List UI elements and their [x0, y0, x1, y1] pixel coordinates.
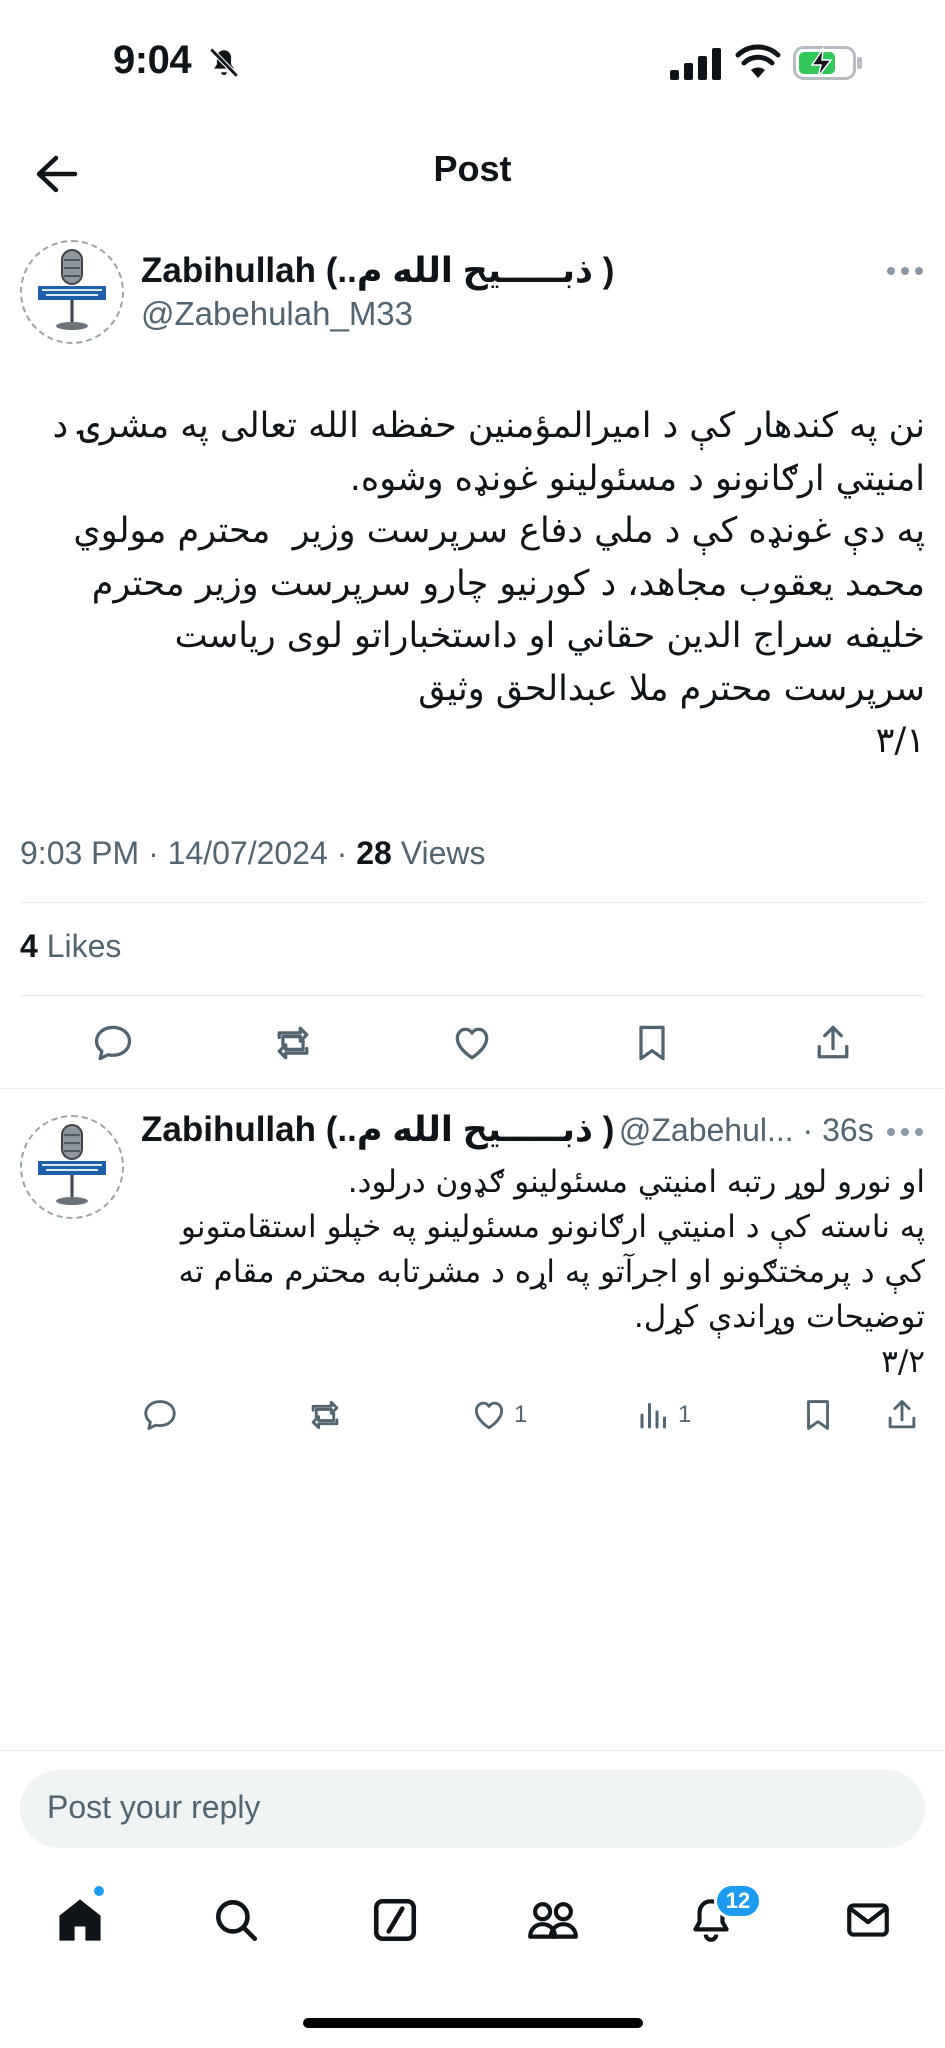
- tab-communities[interactable]: [523, 1890, 583, 1950]
- tab-bar: [0, 1860, 945, 1980]
- divider: [20, 902, 925, 903]
- microphone-logo-icon: [38, 249, 106, 330]
- bell-off-icon: [209, 47, 239, 78]
- reply-author-name[interactable]: Zabihullah (..ذبـــــيح الله م ): [141, 1110, 614, 1149]
- divider: [0, 1088, 945, 1089]
- repost-button[interactable]: [268, 1018, 318, 1068]
- post-date: 14/07/2024: [167, 835, 328, 871]
- bookmark-button[interactable]: [627, 1018, 677, 1068]
- more-options-icon[interactable]: [885, 1126, 925, 1138]
- avatar[interactable]: [20, 240, 124, 344]
- battery-charging-icon: [793, 46, 862, 80]
- repost-icon: [277, 1026, 309, 1060]
- home-indicator: [303, 2018, 643, 2028]
- tab-compose[interactable]: [365, 1890, 425, 1950]
- likes-count: 4: [20, 928, 38, 964]
- reply-icon: [144, 1400, 176, 1430]
- reply-handle-time[interactable]: @Zabehul... · 36s: [619, 1112, 874, 1148]
- divider: [0, 1750, 945, 1751]
- share-button[interactable]: [808, 1018, 858, 1068]
- nav-header: Post: [0, 130, 945, 230]
- mail-icon: [847, 1903, 889, 1937]
- post-meta: 9:03 PM · 14/07/2024 · 28 Views: [20, 835, 485, 872]
- author-handle[interactable]: @Zabehulah_M33: [141, 295, 413, 333]
- reply-input[interactable]: Post your reply: [20, 1770, 925, 1848]
- reply-icon: [94, 1025, 132, 1061]
- likes-row[interactable]: 4 Likes: [20, 928, 121, 965]
- like-button[interactable]: 1: [470, 1395, 540, 1435]
- home-icon: [59, 1899, 101, 1941]
- notifications-badge: 12: [714, 1883, 762, 1919]
- reply-avatar[interactable]: [20, 1115, 124, 1219]
- share-button[interactable]: [882, 1395, 922, 1435]
- repost-button[interactable]: [305, 1395, 345, 1435]
- heart-icon: [455, 1027, 489, 1060]
- status-bar: 9:04: [0, 0, 945, 130]
- views-label: Views: [400, 835, 486, 871]
- compose-icon: [373, 1898, 417, 1942]
- share-icon: [817, 1025, 849, 1059]
- status-time: 9:04: [113, 38, 192, 82]
- separator-dot: ·: [336, 835, 357, 871]
- likes-label: Likes: [46, 928, 122, 964]
- post-text: نن په کندهار کې د امیرالمؤمنین حفظه الله…: [52, 406, 925, 761]
- post-time: 9:03 PM: [20, 835, 140, 871]
- page-title: Post: [433, 148, 512, 189]
- reply-button[interactable]: [140, 1395, 180, 1435]
- views-button[interactable]: 1: [636, 1395, 706, 1435]
- like-button[interactable]: [447, 1018, 497, 1068]
- reply-header: Zabihullah (..ذبـــــيح الله م ) @Zabehu…: [141, 1110, 874, 1150]
- views-count: 28: [356, 835, 392, 871]
- reply-text: او نورو لوړ رتبه امنیتي مسئولینو ګډون در…: [178, 1164, 925, 1380]
- separator-dot: ·: [148, 835, 168, 871]
- divider: [20, 995, 925, 996]
- reply-placeholder: Post your reply: [47, 1789, 261, 1825]
- more-options-icon[interactable]: [885, 265, 925, 277]
- microphone-logo-icon: [38, 1124, 106, 1205]
- bookmark-icon: [639, 1025, 665, 1061]
- wifi-icon: [735, 44, 781, 78]
- views-count: 1: [678, 1401, 692, 1428]
- cellular-signal-icon: [670, 48, 721, 80]
- analytics-bars-icon: [640, 1403, 666, 1429]
- reply-button[interactable]: [88, 1018, 138, 1068]
- communities-icon: [528, 1902, 578, 1939]
- tab-home[interactable]: [50, 1890, 110, 1950]
- share-icon: [888, 1400, 916, 1429]
- home-unread-dot: [92, 1884, 106, 1898]
- heart-icon: [474, 1401, 504, 1430]
- tab-search[interactable]: [206, 1890, 266, 1950]
- bookmark-icon: [807, 1400, 829, 1430]
- repost-icon: [311, 1400, 339, 1430]
- search-icon: [216, 1900, 258, 1942]
- author-name[interactable]: Zabihullah (..ذبـــــيح الله م ): [141, 251, 614, 291]
- like-count: 1: [514, 1401, 528, 1428]
- tab-messages[interactable]: [838, 1890, 898, 1950]
- bookmark-button[interactable]: [798, 1395, 838, 1435]
